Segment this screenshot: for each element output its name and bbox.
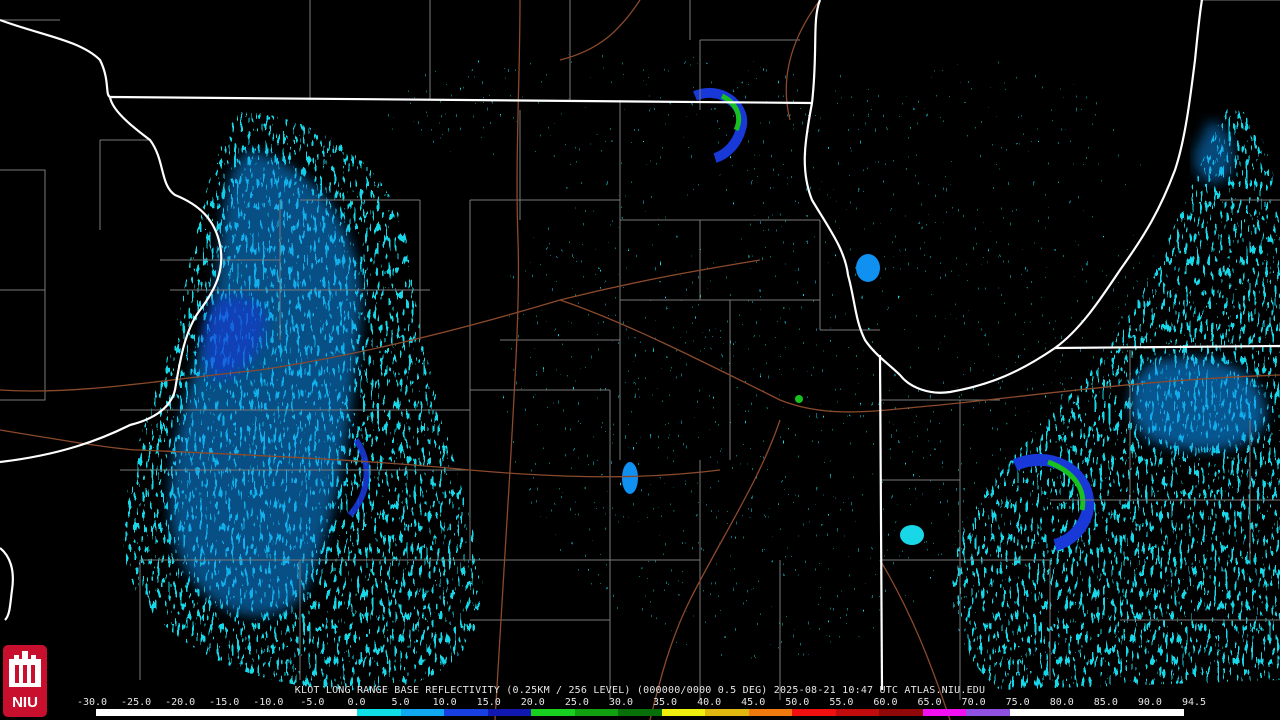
colorbar-label: 35.0 [652, 697, 678, 708]
colorbar-segment [574, 709, 619, 716]
colorbar-segment [1053, 709, 1097, 716]
colorbar-segment [357, 709, 401, 716]
colorbar-segment [748, 709, 793, 716]
colorbar-segment [531, 709, 575, 716]
reflectivity-echoes [123, 50, 1280, 691]
colorbar-segment [96, 709, 140, 716]
colorbar-label: -15.0 [209, 697, 240, 708]
colorbar-segment [487, 709, 532, 716]
colorbar-label: 15.0 [476, 697, 501, 708]
colorbar-segment [444, 709, 488, 716]
logo-text: NIU [12, 694, 38, 711]
colorbar-label: 80.0 [1049, 697, 1074, 708]
colorbar-label: 75.0 [1005, 697, 1030, 708]
colorbar-label: -5.0 [300, 697, 325, 708]
echo-small-cell-3 [795, 395, 803, 403]
colorbar-label: 90.0 [1137, 697, 1162, 708]
colorbar-label: 94.5 [1181, 697, 1207, 708]
radar-map [0, 0, 1280, 720]
colorbar-labels: -30.0 -25.0 -20.0 -15.0 -10.0 -5.0 0.0 5.0 10.0 1… [77, 697, 1206, 709]
echo-north-scatter [380, 50, 820, 170]
colorbar-label: 85.0 [1093, 697, 1118, 708]
colorbar-segment [1140, 709, 1184, 716]
colorbar-segment [966, 709, 1010, 716]
colorbar-label: 25.0 [564, 697, 589, 708]
colorbar-label: 70.0 [961, 697, 986, 708]
colorbar-segment [618, 709, 662, 716]
colorbar-label: 20.0 [520, 697, 545, 708]
colorbar-label: 0.0 [347, 697, 366, 708]
echo-small-cell-1 [622, 462, 638, 494]
colorbar-segment [400, 709, 445, 716]
colorbar-segment [270, 709, 314, 716]
colorbar-label: -30.0 [76, 697, 108, 708]
state-border-sw-edge [0, 547, 14, 621]
colorbar-segment [922, 709, 967, 716]
colorbar-segment [835, 709, 880, 716]
colorbar-segment [879, 709, 923, 716]
colorbar-label: 10.0 [432, 697, 457, 708]
niu-logo-icon: NIU [3, 645, 47, 717]
colorbar-segment [183, 709, 227, 716]
product-caption: KLOT LONG RANGE BASE REFLECTIVITY (0.25K… [294, 685, 986, 696]
colorbar-label: 65.0 [917, 697, 942, 708]
colorbar-label: 50.0 [785, 697, 810, 708]
colorbar-segment [792, 709, 836, 716]
colorbar-label: 40.0 [697, 697, 722, 708]
colorbar-segment [226, 709, 271, 716]
colorbar-segment [1009, 709, 1054, 716]
colorbar-segment [705, 709, 749, 716]
colorbar-label: -20.0 [165, 697, 196, 708]
colorbar-label: -10.0 [253, 697, 284, 708]
colorbar-label: 55.0 [829, 697, 854, 708]
colorbar-label: 30.0 [608, 697, 633, 708]
reflectivity-colorbar [96, 709, 1184, 716]
colorbar-label: 45.0 [741, 697, 766, 708]
colorbar-segment [1096, 709, 1141, 716]
colorbar-segment [139, 709, 184, 716]
colorbar-label: 60.0 [873, 697, 898, 708]
colorbar-label: 5.0 [391, 697, 410, 708]
echo-small-cell-2 [856, 254, 880, 282]
echo-small-cell-4 [900, 525, 924, 545]
colorbar-segment [661, 709, 706, 716]
colorbar-segment [313, 709, 358, 716]
colorbar-label: -25.0 [121, 697, 152, 708]
